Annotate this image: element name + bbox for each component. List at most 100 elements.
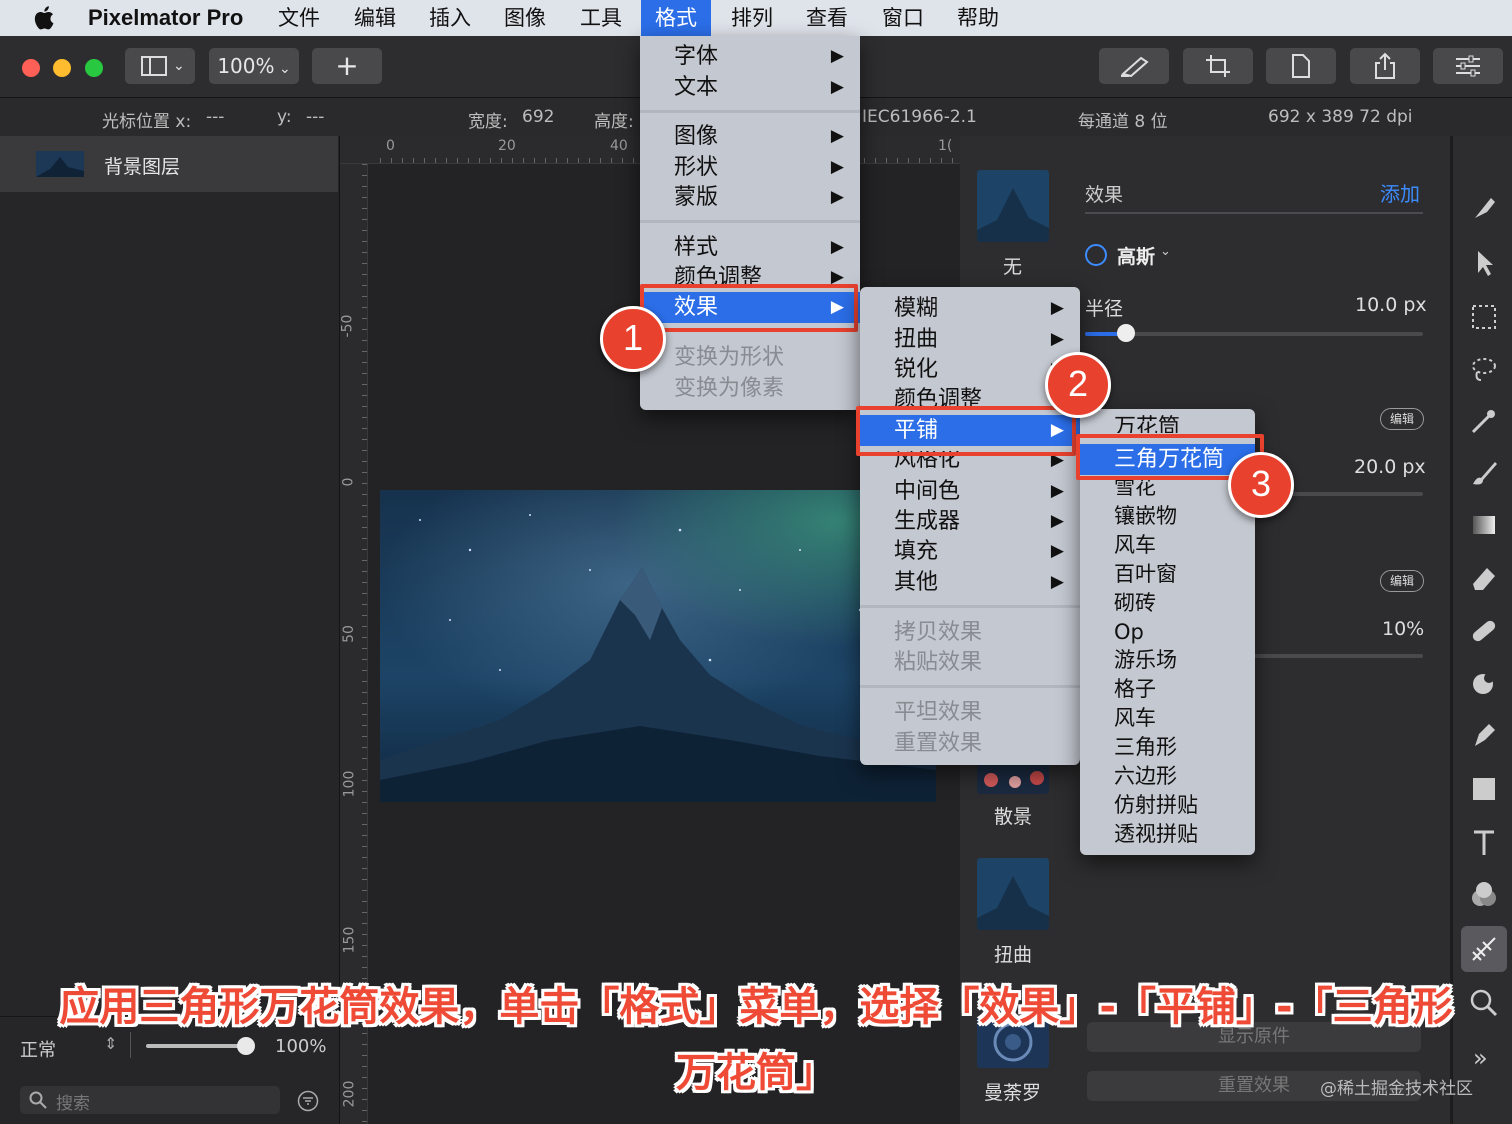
menu-separator — [860, 605, 1080, 608]
paint-brush-icon[interactable] — [1469, 458, 1499, 488]
menu-item-halftone[interactable]: 中间色 ▶ — [860, 476, 1080, 507]
add-effect-button[interactable]: 添加 — [1380, 178, 1420, 207]
effect-value[interactable]: 20.0 px — [1354, 456, 1426, 478]
menu-item-mask[interactable]: 蒙版 ▶ — [640, 182, 860, 213]
menu-item-tile-option[interactable]: 格子 — [1114, 675, 1156, 704]
menu-separator — [640, 220, 860, 223]
radius-slider[interactable] — [1085, 332, 1423, 336]
effect-value[interactable]: 10% — [1382, 618, 1424, 640]
menu-item-paste-effects[interactable]: 粘贴效果 — [860, 647, 1080, 678]
menu-item-image[interactable]: 图像 ▶ — [640, 121, 860, 152]
edit-button[interactable]: 编辑 — [1380, 408, 1424, 430]
menu-item-tile-option[interactable]: 风车 — [1114, 531, 1156, 560]
menu-item-reset-effects[interactable]: 重置效果 — [860, 728, 1080, 759]
menu-item-kaleidoscope[interactable]: 万花筒 — [1080, 413, 1255, 433]
close-window-button[interactable] — [22, 59, 40, 77]
effect-preset-none[interactable] — [977, 170, 1049, 242]
menu-item-generator[interactable]: 生成器 ▶ — [860, 506, 1080, 537]
menu-item-convert-to-pixels[interactable]: 变换为像素 — [640, 373, 860, 404]
menu-item-flatten-effects[interactable]: 平坦效果 — [860, 697, 1080, 728]
gradient-icon[interactable] — [1469, 510, 1499, 540]
menu-item-fill[interactable]: 填充 ▶ — [860, 536, 1080, 567]
menu-item-font[interactable]: 字体 ▶ — [640, 41, 860, 72]
share-button[interactable] — [1350, 48, 1420, 84]
menu-item-tile-option[interactable]: 三角形 — [1114, 733, 1177, 762]
apple-logo-icon[interactable] — [30, 4, 56, 32]
shape-icon[interactable] — [1469, 774, 1499, 804]
zoom-window-button[interactable] — [85, 59, 103, 77]
menu-item-tile-option[interactable]: 镶嵌物 — [1114, 502, 1177, 531]
menu-item-tile-option[interactable]: 六边形 — [1114, 762, 1177, 791]
menu-item-blur[interactable]: 模糊 ▶ — [860, 293, 1080, 324]
menu-window[interactable]: 窗口 — [868, 0, 938, 36]
menu-item-style[interactable]: 样式 ▶ — [640, 232, 860, 263]
menu-view[interactable]: 查看 — [792, 0, 862, 36]
eraser-icon[interactable] — [1469, 562, 1499, 592]
submenu-arrow-icon: ▶ — [1050, 511, 1064, 531]
layer-row[interactable]: 背景图层 — [0, 136, 338, 192]
menu-item-tile-option[interactable]: 仿射拼贴 — [1114, 791, 1198, 820]
submenu-arrow-icon: ▶ — [830, 46, 844, 66]
sliders-icon — [1456, 55, 1480, 77]
submenu-arrow-icon: ▶ — [830, 126, 844, 146]
document-button[interactable] — [1266, 48, 1336, 84]
lasso-icon[interactable] — [1469, 354, 1499, 384]
rect-select-icon[interactable] — [1469, 302, 1499, 332]
menu-item-shape[interactable]: 形状 ▶ — [640, 152, 860, 183]
effects-tool-button[interactable] — [1461, 926, 1507, 972]
menu-item-label: 文本 — [674, 75, 719, 100]
bandage-icon[interactable] — [1469, 616, 1499, 646]
effect-enable-checkbox[interactable] — [1085, 244, 1107, 266]
minimize-window-button[interactable] — [53, 59, 71, 77]
pen-icon[interactable] — [1469, 720, 1499, 750]
app-name-menu[interactable]: Pixelmator Pro — [74, 0, 257, 36]
radius-slider-knob[interactable] — [1117, 324, 1135, 342]
arrow-select-icon[interactable] — [1469, 248, 1499, 278]
menu-tools[interactable]: 工具 — [566, 0, 636, 36]
text-icon[interactable] — [1469, 828, 1499, 858]
menu-item-tile-option[interactable]: 游乐场 — [1114, 646, 1177, 675]
menu-item-tile-option[interactable]: 百叶窗 — [1114, 560, 1177, 589]
ruler-tick-label: 50 — [340, 625, 357, 643]
ruler-tick-label: 0 — [340, 477, 357, 487]
radius-value[interactable]: 10.0 px — [1355, 294, 1427, 316]
blur-type-select[interactable]: 高斯 — [1117, 242, 1155, 269]
menu-help[interactable]: 帮助 — [943, 0, 1013, 36]
effect-preset-distort[interactable] — [977, 858, 1049, 930]
menu-format[interactable]: 格式 — [641, 0, 711, 36]
chevron-down-icon[interactable]: ⌄ — [1160, 244, 1171, 259]
menu-item-distort[interactable]: 扭曲 ▶ — [860, 324, 1080, 355]
menu-insert[interactable]: 插入 — [415, 0, 485, 36]
menu-file[interactable]: 文件 — [264, 0, 334, 36]
menu-item-other[interactable]: 其他 ▶ — [860, 567, 1080, 598]
tutorial-caption-line1: 应用三角形万花筒效果，单击「格式」菜单，选择「效果」-「平铺」-「三角形 — [59, 984, 1453, 1030]
menu-item-tile-option[interactable]: Op — [1114, 618, 1144, 647]
crop-button[interactable] — [1183, 48, 1253, 84]
repair-tool-button[interactable] — [1099, 48, 1169, 84]
width-label: 宽度: — [468, 112, 508, 132]
edit-button[interactable]: 编辑 — [1380, 570, 1424, 592]
menu-arrange[interactable]: 排列 — [717, 0, 787, 36]
adjustments-button[interactable] — [1433, 48, 1503, 84]
magic-wand-icon[interactable] — [1469, 406, 1499, 436]
image-dimensions: 692 x 389 72 dpi — [1268, 107, 1413, 127]
effect-thumbnail — [977, 170, 1049, 242]
menu-item-tile-option[interactable]: 透视拼贴 — [1114, 820, 1198, 849]
menu-edit[interactable]: 编辑 — [340, 0, 410, 36]
add-button[interactable]: + — [312, 48, 382, 84]
menu-item-color-adjust[interactable]: 颜色调整 ▶ — [640, 262, 860, 284]
style-brush-icon[interactable] — [1469, 194, 1499, 224]
menu-item-tile-option[interactable]: 风车 — [1114, 704, 1156, 733]
effect-preset-label: 扭曲 — [994, 944, 1033, 966]
cursor-x-label: 光标位置 x: — [102, 112, 192, 132]
canvas-image[interactable] — [380, 490, 936, 802]
menu-item-text[interactable]: 文本 ▶ — [640, 72, 860, 103]
distort-icon[interactable] — [1469, 668, 1499, 698]
menu-item-convert-to-shape[interactable]: 变换为形状 — [640, 342, 860, 373]
zoom-select[interactable]: 100% ⌄ — [209, 48, 299, 84]
menu-item-copy-effects[interactable]: 拷贝效果 — [860, 617, 1080, 648]
sidebar-toggle-button[interactable]: ⌄ — [125, 48, 195, 84]
menu-image[interactable]: 图像 — [490, 0, 560, 36]
menu-item-tile-option[interactable]: 砌砖 — [1114, 589, 1156, 618]
color-adjust-icon[interactable] — [1469, 880, 1499, 910]
